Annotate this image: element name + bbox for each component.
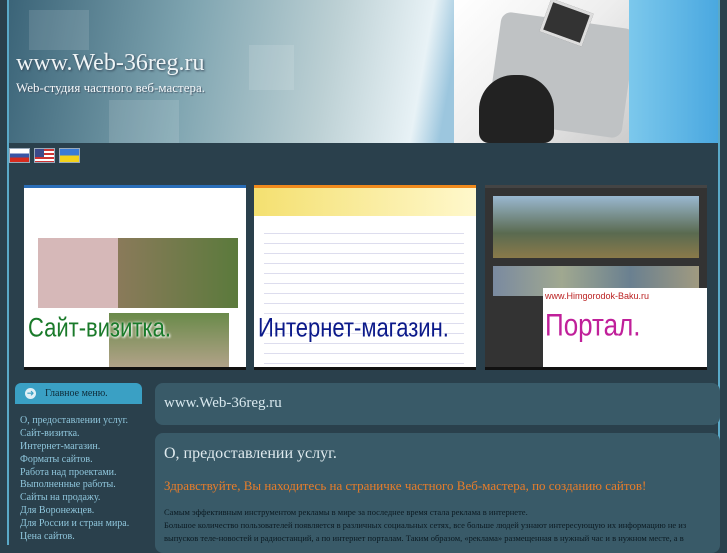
- russian-flag-icon[interactable]: [9, 148, 30, 163]
- banner-caption: Портал.: [545, 306, 641, 343]
- welcome-text: Здравствуйте, Вы находитесь на страничке…: [164, 478, 647, 493]
- banner-image: [254, 188, 476, 216]
- banner-image: [493, 196, 699, 258]
- content-box: О, предоставлении услуг. Здравствуйте, В…: [155, 433, 720, 553]
- menu-item[interactable]: Сайты на продажу.: [20, 492, 129, 505]
- person-image: [479, 75, 554, 143]
- menu-item[interactable]: Интернет-магазин.: [20, 441, 129, 454]
- banner-caption: Интернет-магазин.: [258, 312, 449, 343]
- ukrainian-flag-icon[interactable]: [59, 148, 80, 163]
- menu-item[interactable]: Работа над проектами.: [20, 467, 129, 480]
- banner-business-card[interactable]: Сайт-визитка.: [24, 185, 246, 370]
- language-switcher: [9, 148, 80, 163]
- site-subtitle: Web-студия частного веб-мастера.: [16, 80, 205, 95]
- site-header: www.Web-36reg.ru Web-студия частного веб…: [9, 0, 718, 143]
- header-sky: [629, 0, 718, 143]
- site-name-box: www.Web-36reg.ru: [155, 383, 720, 425]
- menu-item[interactable]: Форматы сайтов.: [20, 454, 129, 467]
- menu-item[interactable]: Для Воронежцев.: [20, 505, 129, 518]
- menu-item[interactable]: Цена сайтов.: [20, 531, 129, 544]
- article-body: Самым эффективным инструментом рекламы в…: [164, 506, 709, 545]
- paragraph: Самым эффективным инструментом рекламы в…: [164, 507, 528, 517]
- banner-online-store[interactable]: Интернет-магазин.: [254, 185, 476, 370]
- paragraph: Большое количество пользователей появляе…: [164, 520, 687, 543]
- banner-site: www.Himgorodok-Baku.ru: [545, 291, 650, 301]
- banner-caption: Сайт-визитка.: [28, 312, 171, 343]
- page-title: О, предоставлении услуг.: [164, 445, 337, 462]
- site-title[interactable]: www.Web-36reg.ru: [16, 50, 204, 77]
- menu-item[interactable]: Для России и стран мира.: [20, 518, 129, 531]
- arrow-right-icon: ➜: [25, 388, 36, 399]
- main-menu: О, предоставлении услуг. Сайт-визитка. И…: [20, 415, 129, 544]
- english-flag-icon[interactable]: [34, 148, 55, 163]
- main-menu-title: Главное меню.: [45, 388, 108, 399]
- site-name: www.Web-36reg.ru: [164, 395, 282, 411]
- menu-item[interactable]: Сайт-визитка.: [20, 428, 129, 441]
- menu-item[interactable]: О, предоставлении услуг.: [20, 415, 129, 428]
- banner-portal[interactable]: www.Himgorodok-Baku.ru Портал.: [485, 185, 707, 370]
- main-menu-header: ➜ Главное меню.: [15, 383, 142, 404]
- menu-item[interactable]: Выполненные работы.: [20, 479, 129, 492]
- banner-image: [38, 238, 238, 308]
